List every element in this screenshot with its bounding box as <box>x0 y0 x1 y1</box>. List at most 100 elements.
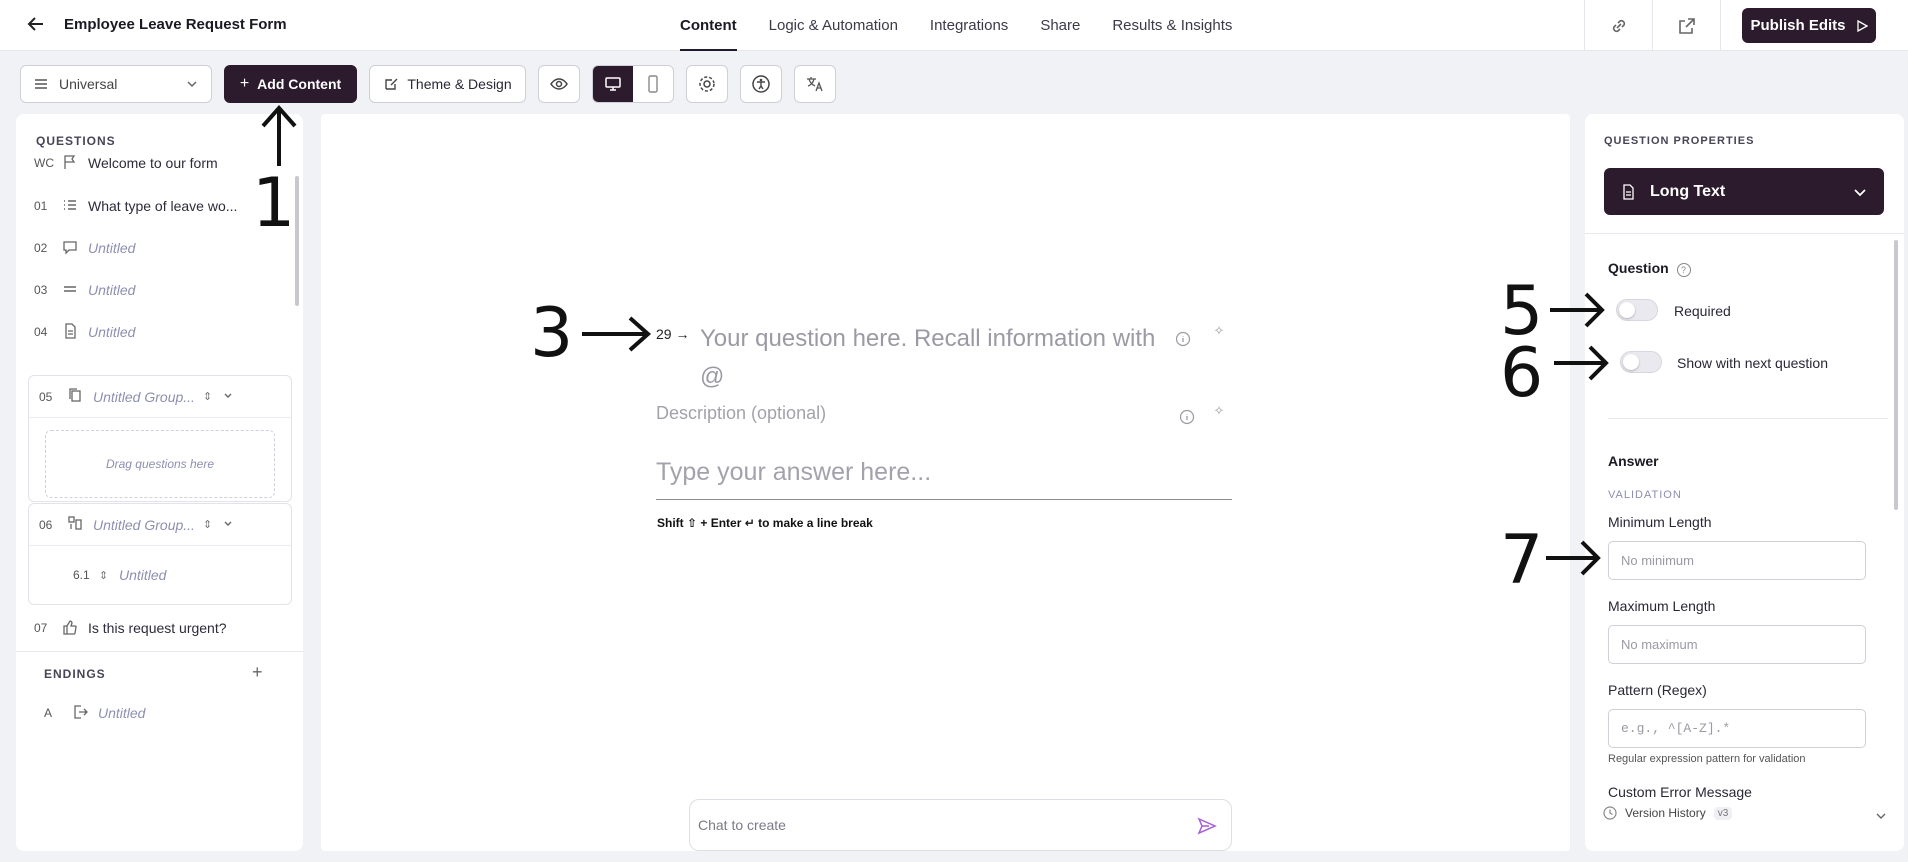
required-label: Required <box>1674 303 1731 319</box>
send-icon[interactable] <box>1197 816 1217 839</box>
custom-error-label: Custom Error Message <box>1608 784 1752 800</box>
questions-heading: QUESTIONS <box>36 134 116 148</box>
accessibility-button[interactable] <box>740 65 782 103</box>
chevron-down-icon[interactable] <box>222 389 234 405</box>
flag-icon <box>62 154 88 173</box>
group-label: Untitled Group... <box>93 388 195 405</box>
layout-icon <box>67 515 93 534</box>
settings-button[interactable] <box>686 65 728 103</box>
question-number: 04 <box>34 325 48 339</box>
question-number: 02 <box>34 241 48 255</box>
question-input[interactable]: Your question here. Recall information w… <box>700 320 1160 396</box>
universal-select[interactable]: Universal <box>20 65 212 103</box>
annotation-arrow-right <box>1550 292 1605 328</box>
tab-integrations[interactable]: Integrations <box>930 0 1008 51</box>
question-group[interactable]: 05 Untitled Group... ⇕ Drag questions he… <box>28 375 292 502</box>
scrollbar[interactable] <box>295 176 299 306</box>
version-history[interactable]: Version History v3 <box>1603 806 1733 820</box>
list-item[interactable]: 02 Untitled <box>34 233 274 263</box>
show-next-label: Show with next question <box>1677 355 1828 371</box>
group-header[interactable]: 05 Untitled Group... ⇕ <box>29 376 291 418</box>
help-icon[interactable]: ? <box>1676 263 1691 277</box>
annotation-arrow-right <box>1554 345 1609 381</box>
mobile-view-button[interactable] <box>633 66 673 102</box>
chevron-down-icon[interactable] <box>222 517 234 533</box>
divider <box>1720 0 1721 51</box>
list-item[interactable]: 01 What type of leave wo... <box>34 191 274 221</box>
drop-zone[interactable]: Drag questions here <box>45 430 275 498</box>
theme-design-button[interactable]: Theme & Design <box>369 65 526 103</box>
question-number: 29 → <box>656 326 690 342</box>
form-title: Employee Leave Request Form <box>64 16 287 33</box>
tab-content[interactable]: Content <box>680 0 737 51</box>
chat-input[interactable]: Chat to create <box>689 799 1232 851</box>
add-content-button[interactable]: + Add Content <box>224 65 357 103</box>
list-item[interactable]: A Untitled <box>44 698 284 728</box>
max-length-input[interactable]: No maximum <box>1608 625 1866 664</box>
question-type-select[interactable]: Long Text <box>1604 168 1884 215</box>
divider <box>1608 418 1888 419</box>
publish-edits-button[interactable]: Publish Edits <box>1742 8 1876 43</box>
top-bar: Employee Leave Request Form Content Logi… <box>0 0 1908 51</box>
sort-icon[interactable]: ⇕ <box>203 518 212 531</box>
info-icon[interactable] <box>1174 330 1192 348</box>
annotation-number: 3 <box>530 294 574 373</box>
chat-icon <box>62 239 88 258</box>
add-ending-icon[interactable]: + <box>252 662 263 683</box>
question-section-label: Question ? <box>1608 260 1691 277</box>
chevron-down-icon <box>187 81 197 88</box>
answer-section-label: Answer <box>1608 453 1659 469</box>
question-number: 03 <box>34 283 48 297</box>
description-input[interactable]: Description (optional) <box>656 403 826 424</box>
list-item[interactable]: 07 Is this request urgent? <box>34 613 274 643</box>
desktop-view-button[interactable] <box>593 66 633 102</box>
sort-icon[interactable]: ⇕ <box>99 569 119 582</box>
list-item[interactable]: 6.1 ⇕ Untitled <box>29 546 291 604</box>
tab-logic-automation[interactable]: Logic & Automation <box>769 0 898 51</box>
question-number: 6.1 <box>73 568 90 582</box>
sort-icon[interactable]: ⇕ <box>203 390 212 403</box>
question-label: Untitled <box>88 324 136 340</box>
desktop-icon <box>605 77 621 91</box>
sparkle-icon[interactable]: ✧ <box>1210 402 1228 420</box>
info-icon[interactable] <box>1178 408 1196 426</box>
scrollbar[interactable] <box>1894 240 1898 510</box>
chevron-down-icon[interactable] <box>1875 810 1887 822</box>
divider <box>1585 233 1904 234</box>
chat-placeholder: Chat to create <box>698 817 786 833</box>
document-icon <box>62 322 88 342</box>
version-label: Version History <box>1625 806 1706 820</box>
copy-icon <box>67 387 93 406</box>
translate-button[interactable] <box>794 65 836 103</box>
group-header[interactable]: 06 Untitled Group... ⇕ <box>29 504 291 546</box>
ending-letter: A <box>44 706 53 720</box>
tab-results-insights[interactable]: Results & Insights <box>1112 0 1232 51</box>
tab-share[interactable]: Share <box>1040 0 1080 51</box>
pattern-help: Regular expression pattern for validatio… <box>1608 753 1806 765</box>
min-length-input[interactable]: No minimum <box>1608 541 1866 580</box>
play-icon <box>1856 19 1868 32</box>
question-label: What type of leave wo... <box>88 198 238 214</box>
list-item[interactable]: WC Welcome to our form <box>34 148 274 178</box>
answer-textarea[interactable]: Type your answer here... <box>656 458 1232 500</box>
annotation-number: 7 <box>1500 521 1544 600</box>
pattern-input[interactable]: e.g., ^[A-Z].* <box>1608 709 1866 748</box>
list-item[interactable]: 04 Untitled <box>34 317 274 347</box>
list-item[interactable]: 03 Untitled <box>34 275 274 305</box>
required-toggle[interactable] <box>1616 299 1658 321</box>
back-arrow-icon[interactable] <box>26 14 50 38</box>
endings-heading: ENDINGS <box>44 667 106 681</box>
thumbs-up-icon <box>62 619 88 638</box>
question-properties-panel: QUESTION PROPERTIES Long Text Question ?… <box>1585 114 1904 851</box>
question-number: WC <box>34 156 54 170</box>
sparkle-icon[interactable]: ✧ <box>1210 322 1228 340</box>
link-icon[interactable] <box>1584 0 1652 51</box>
accessibility-icon <box>752 75 770 93</box>
question-group[interactable]: 06 Untitled Group... ⇕ 6.1 ⇕ Untitled <box>28 503 292 605</box>
external-link-icon[interactable] <box>1652 0 1720 51</box>
gear-icon <box>699 76 715 92</box>
group-number: 06 <box>39 517 53 532</box>
show-next-toggle[interactable] <box>1620 351 1662 373</box>
preview-button[interactable] <box>538 65 580 103</box>
properties-heading: QUESTION PROPERTIES <box>1604 135 1755 147</box>
